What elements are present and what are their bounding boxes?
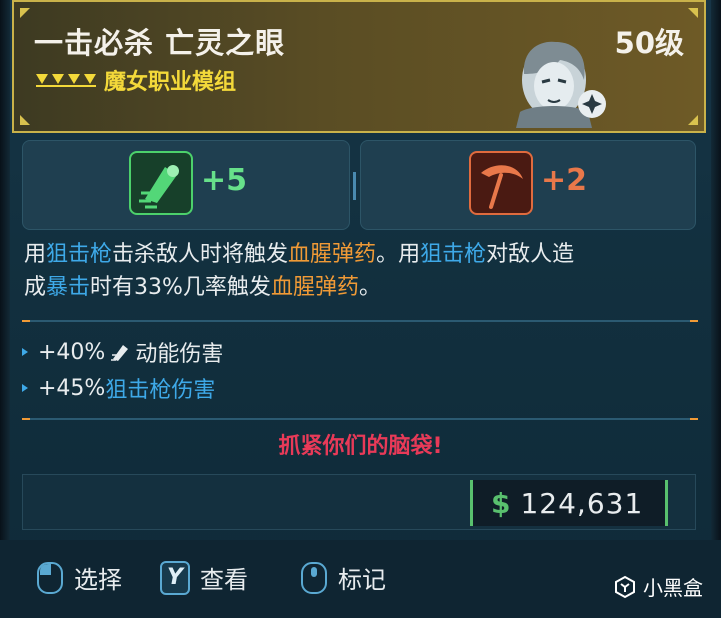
desc-text: 用: [24, 242, 47, 267]
item-level: 50级: [614, 26, 684, 60]
description-line: 成暴击时有33%几率触发血腥弹药。: [24, 271, 696, 304]
bullet-icon: [22, 348, 28, 356]
mouse-middle-click-icon: [301, 561, 327, 594]
item-description: 用狙击枪击杀敌人时将触发血腥弹药。用狙击枪对敌人造 成暴击时有33%几率触发血腥…: [24, 238, 696, 304]
desc-text: 对敌人造: [486, 242, 575, 267]
divider-accent: [22, 320, 30, 322]
desc-text: 击杀敌人时将触发: [112, 242, 289, 267]
skill-bonus-value: +5: [201, 163, 248, 198]
section-divider: [24, 320, 696, 322]
bonus-percent: +45%: [38, 375, 106, 401]
item-class-type: 魔女职业模组: [104, 70, 237, 95]
corner-decoration: [688, 8, 698, 18]
bullet-icon: [22, 384, 28, 392]
divider-accent: [690, 320, 698, 322]
mouse-left-click-icon: [37, 561, 63, 594]
right-edge: [711, 0, 721, 618]
item-card: 一击必杀 亡灵之眼 50级 魔女职业模组 +5 +2 用狙击枪击杀敌人时将触发血…: [0, 0, 721, 618]
rarity-chevrons-icon: [36, 74, 96, 87]
desc-text: 。用: [376, 242, 421, 267]
xiaoheihe-logo-icon: [615, 575, 635, 598]
skill-bonus-value: +2: [541, 163, 588, 198]
section-divider: [24, 418, 696, 420]
desc-text: 。: [358, 275, 381, 300]
bonus-kinetic-damage: +40% 动能伤害: [22, 336, 223, 368]
action-label: 标记: [338, 566, 386, 594]
action-select[interactable]: 选择: [36, 560, 122, 595]
item-type-row: 魔女职业模组: [34, 64, 236, 96]
desc-keyword-bloody-ammo: 血腥弹药: [288, 242, 377, 267]
corner-decoration: [20, 8, 30, 18]
desc-keyword-critical: 暴击: [46, 275, 91, 300]
price-box: $ 124,631: [470, 480, 668, 526]
left-edge: [0, 0, 10, 618]
divider-accent: [22, 418, 30, 420]
corner-decoration: [20, 115, 30, 125]
item-header: 一击必杀 亡灵之眼 50级 魔女职业模组: [12, 0, 706, 133]
y-key-icon: Y: [160, 560, 190, 595]
watermark-text: 小黑盒: [643, 576, 703, 600]
action-label: 查看: [200, 566, 248, 594]
divider-accent: [690, 418, 698, 420]
reaper-scythe-icon: [469, 151, 533, 215]
skill-bonus-panel-right: +2: [360, 140, 696, 230]
bonus-label: 动能伤害: [135, 342, 224, 367]
dollar-icon: $: [491, 486, 511, 520]
corner-decoration: [688, 115, 698, 125]
item-name: 一击必杀 亡灵之眼: [34, 26, 286, 60]
price-value: 124,631: [520, 486, 644, 520]
bonus-sniper-damage: +45% 狙击枪伤害: [22, 372, 215, 404]
description-line: 用狙击枪击杀敌人时将触发血腥弹药。用狙击枪对敌人造: [24, 238, 696, 271]
watermark: 小黑盒: [613, 572, 703, 601]
desc-keyword-bloody-ammo: 血腥弹药: [270, 275, 359, 300]
skill-bonus-panel-left: +5: [22, 140, 350, 230]
desc-text: 成: [24, 275, 47, 300]
siren-portrait-icon: [516, 41, 606, 128]
panel-divider: [353, 172, 356, 200]
flavor-text: 抓紧你们的脑袋!: [278, 434, 443, 459]
bonus-label: 狙击枪伤害: [105, 378, 216, 403]
desc-keyword-sniper: 狙击枪: [46, 242, 113, 267]
bonus-percent: +40%: [38, 339, 106, 365]
desc-text: 时有33%几率触发: [90, 275, 271, 300]
kinetic-bullet-icon: [111, 345, 129, 361]
action-inspect[interactable]: Y 查看: [160, 560, 248, 595]
action-label: 选择: [74, 566, 122, 594]
action-mark[interactable]: 标记: [300, 560, 386, 595]
kinetic-skill-icon: [129, 151, 193, 215]
desc-keyword-sniper: 狙击枪: [420, 242, 487, 267]
